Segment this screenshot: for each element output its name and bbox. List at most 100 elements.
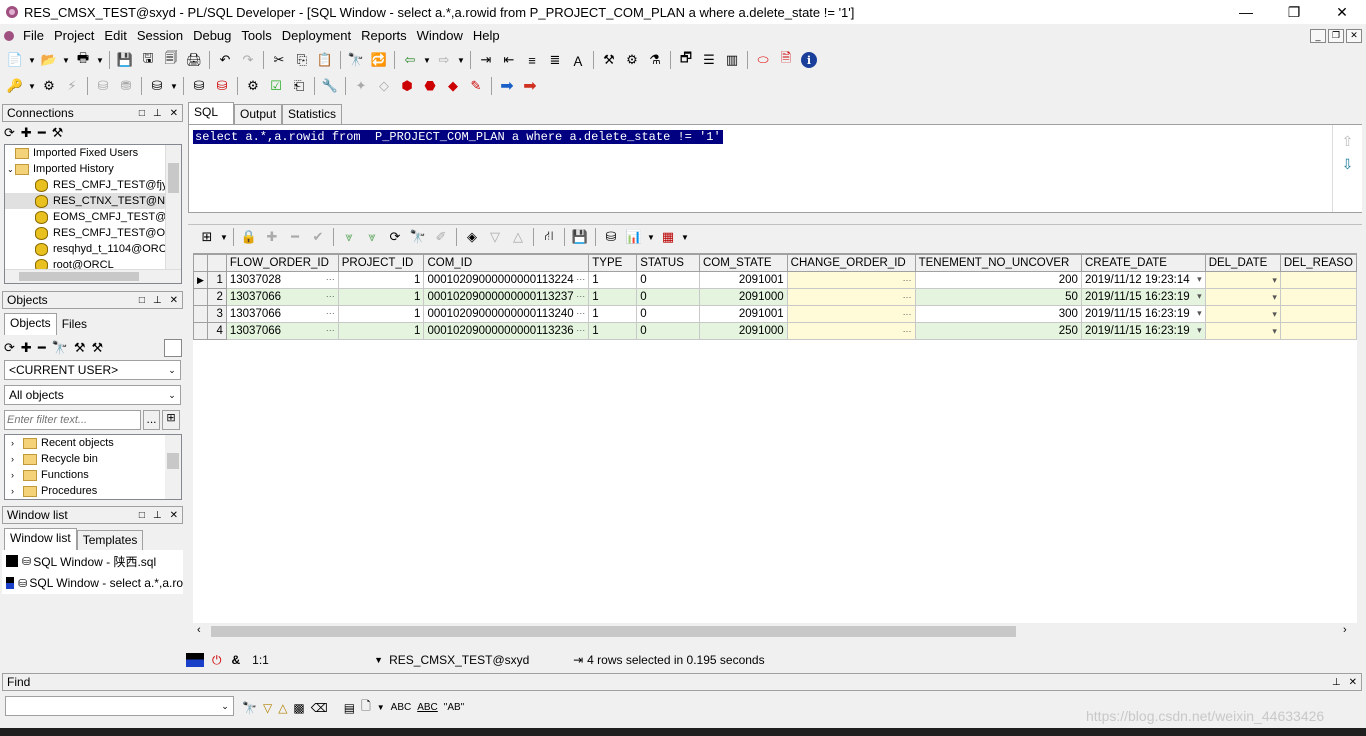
add-icon[interactable]: ✚ <box>21 340 32 356</box>
tree-node-history[interactable]: ⌄ Imported History <box>5 161 181 177</box>
pin-icon[interactable]: ⊥ <box>153 108 162 119</box>
replace-icon[interactable]: 🔁 <box>368 49 390 71</box>
save-all-icon[interactable]: 🗐 <box>160 49 182 71</box>
cell-com-id[interactable]: ··· 00010209000000000113236 <box>423 322 590 340</box>
commit-icon[interactable]: ⛁ <box>92 75 114 97</box>
tab-statistics[interactable]: Statistics <box>282 104 343 124</box>
chevron-down-icon[interactable]: ▼ <box>219 226 229 248</box>
uncomment-icon[interactable]: ≣ <box>544 49 566 71</box>
tree-node-fixed-users[interactable]: Imported Fixed Users <box>5 145 181 161</box>
cell-com-state[interactable]: 2091001 <box>698 271 788 289</box>
cell-del-date[interactable]: ▾ <box>1204 271 1281 289</box>
red-a-icon[interactable]: ⬢ <box>396 75 418 97</box>
chevron-down-icon[interactable]: ▼ <box>95 49 105 71</box>
paste-icon[interactable]: 📋 <box>314 49 336 71</box>
menu-edit[interactable]: Edit <box>99 28 131 43</box>
tab-objects[interactable]: Objects <box>4 313 57 335</box>
cell-change-order-id[interactable]: ··· <box>786 322 916 340</box>
menu-window[interactable]: Window <box>412 28 468 43</box>
tree-node-connection[interactable]: resqhyd_t_1104@ORC <box>5 241 181 257</box>
arrow-up-icon[interactable]: ⇧ <box>1333 133 1362 150</box>
whole-word-button[interactable]: ABC <box>417 702 438 713</box>
pin-icon[interactable]: ⊥ <box>153 295 162 306</box>
chevron-down-icon[interactable]: ▼ <box>377 703 385 712</box>
grid-horizontal-scrollbar[interactable]: ‹ › <box>193 623 1357 640</box>
cell-create-date[interactable]: ▾ 2019/11/15 16:23:19 <box>1080 305 1206 323</box>
open-icon[interactable]: 📂 <box>38 49 60 71</box>
mdi-close-button[interactable]: ✕ <box>1346 28 1362 43</box>
link-icon[interactable]: ⛙ <box>538 226 560 248</box>
new-icon[interactable]: 📄 <box>4 49 26 71</box>
chevron-down-icon[interactable]: ▼ <box>422 49 432 71</box>
vertical-scrollbar[interactable] <box>165 145 181 269</box>
column-header[interactable]: CREATE_DATE <box>1080 254 1206 272</box>
tree-node-recycle[interactable]: › Recycle bin <box>5 451 181 467</box>
mdi-restore-button[interactable]: ❐ <box>1328 28 1344 43</box>
print-preview-icon[interactable]: 🖨 <box>183 49 205 71</box>
unindent-icon[interactable]: ⇤ <box>498 49 520 71</box>
table-row[interactable]: 4 ··· 13037066 1 ··· 000102090000000001132… <box>193 322 1357 340</box>
tile-v-icon[interactable]: ▥ <box>721 49 743 71</box>
refresh-icon[interactable]: ⟳ <box>4 125 15 141</box>
cell-del-reason[interactable] <box>1279 271 1357 289</box>
chevron-down-icon[interactable]: ▼ <box>680 226 690 248</box>
close-icon[interactable]: ✕ <box>170 295 178 306</box>
cascade-icon[interactable]: 🗗 <box>675 49 697 71</box>
vertical-scrollbar[interactable] <box>165 435 181 499</box>
restore-button[interactable]: ❐ <box>1270 0 1318 24</box>
tab-files[interactable]: Files <box>56 315 93 335</box>
add-icon[interactable]: ✚ <box>21 125 32 141</box>
menu-help[interactable]: Help <box>468 28 505 43</box>
close-icon[interactable]: ✕ <box>170 108 178 119</box>
column-header[interactable]: STATUS <box>636 254 700 272</box>
panel-float-icon[interactable]: □ <box>139 510 145 521</box>
column-header[interactable]: COM_STATE <box>698 254 788 272</box>
find-previous-icon[interactable]: △ <box>278 701 287 715</box>
chevron-down-icon[interactable]: ▼ <box>456 49 466 71</box>
cell-project-id[interactable]: 1 <box>337 288 425 306</box>
pin-icon[interactable]: ⊥ <box>1332 677 1341 688</box>
column-header[interactable]: DEL_REASO <box>1279 254 1357 272</box>
menu-tools[interactable]: Tools <box>236 28 276 43</box>
cell-type[interactable]: 1 <box>588 305 638 323</box>
cell-flow-order-id[interactable]: ··· 13037066 <box>225 305 339 323</box>
scroll-left-icon[interactable]: ‹ <box>197 624 201 636</box>
query-by-example-icon[interactable]: ◈ <box>461 226 483 248</box>
post-changes-icon[interactable]: ✔ <box>307 226 329 248</box>
chevron-down-icon[interactable]: ▼ <box>169 75 179 97</box>
export-icon[interactable]: ⛁ <box>600 226 622 248</box>
table-row[interactable]: 3 ··· 13037066 1 ··· 000102090000000001132… <box>193 305 1357 323</box>
cell-tenement[interactable]: 250 <box>914 322 1082 340</box>
cell-com-state[interactable]: 2091000 <box>698 288 788 306</box>
cell-del-reason[interactable] <box>1279 322 1357 340</box>
lock-icon[interactable]: 🔒 <box>238 226 260 248</box>
sql-icon[interactable]: ⛁ <box>146 75 168 97</box>
info-icon[interactable]: i <box>798 49 820 71</box>
red-c-icon[interactable]: ◆ <box>442 75 464 97</box>
arrow-right-blue-icon[interactable]: ➡ <box>496 75 518 97</box>
cell-com-id[interactable]: ··· 00010209000000000113237 <box>423 288 590 306</box>
arrow-down-icon[interactable]: ⇩ <box>1333 156 1362 173</box>
cell-del-date[interactable]: ▾ <box>1204 288 1281 306</box>
column-header[interactable]: DEL_DATE <box>1204 254 1281 272</box>
column-header[interactable]: FLOW_ORDER_ID <box>225 254 339 272</box>
cell-status[interactable]: 0 <box>636 288 700 306</box>
refresh-icon[interactable]: ⟳ <box>4 340 15 356</box>
cell-project-id[interactable]: 1 <box>337 322 425 340</box>
cell-com-state[interactable]: 2091001 <box>698 305 788 323</box>
sql-editor[interactable]: select a.*,a.rowid from P_PROJECT_COM_PL… <box>188 124 1362 213</box>
cell-flow-order-id[interactable]: ··· 13037028 <box>225 271 339 289</box>
menu-file[interactable]: File <box>18 28 49 43</box>
selection-icon[interactable]: ▤ <box>344 701 355 715</box>
eraser-icon[interactable]: ◇ <box>373 75 395 97</box>
menu-session[interactable]: Session <box>132 28 188 43</box>
cut-icon[interactable]: ✂ <box>268 49 290 71</box>
tool-c-icon[interactable]: ⚗ <box>644 49 666 71</box>
cell-type[interactable]: 1 <box>588 322 638 340</box>
find-icon[interactable]: 🔭 <box>345 49 367 71</box>
find-next-icon[interactable]: ▽ <box>263 701 272 715</box>
mdi-minimize-button[interactable]: _ <box>1310 28 1326 43</box>
forward-icon[interactable]: ⇨ <box>433 49 455 71</box>
check-icon[interactable]: ☑ <box>265 75 287 97</box>
cell-flow-order-id[interactable]: ··· 13037066 <box>225 322 339 340</box>
